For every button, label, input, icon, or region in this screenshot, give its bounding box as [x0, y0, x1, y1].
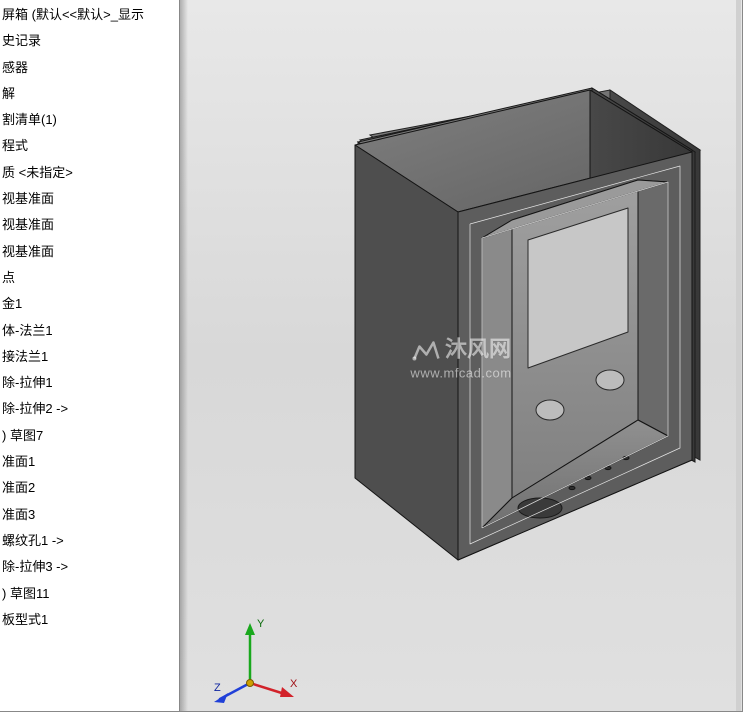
tree-item[interactable]: 史记录	[0, 28, 179, 54]
axis-y-label: Y	[257, 618, 265, 630]
tree-item[interactable]: 点	[0, 265, 179, 291]
axis-x-label: X	[290, 678, 298, 690]
3d-model[interactable]	[240, 60, 710, 620]
tree-item[interactable]: 视基准面	[0, 239, 179, 265]
tree-item[interactable]: 程式	[0, 133, 179, 159]
tree-item[interactable]: 准面1	[0, 449, 179, 475]
tree-item[interactable]: 解	[0, 81, 179, 107]
tree-item[interactable]: 体-法兰1	[0, 318, 179, 344]
tree-item[interactable]: 准面3	[0, 502, 179, 528]
tree-item[interactable]: 板型式1	[0, 607, 179, 633]
tree-item[interactable]: ) 草图11	[0, 581, 179, 607]
tree-item[interactable]: 视基准面	[0, 212, 179, 238]
tree-item[interactable]: 除-拉伸2 ->	[0, 396, 179, 422]
tree-item[interactable]: ) 草图7	[0, 423, 179, 449]
tree-item[interactable]: 割清单(1)	[0, 107, 179, 133]
tree-item[interactable]: 视基准面	[0, 186, 179, 212]
tree-item[interactable]: 除-拉伸3 ->	[0, 554, 179, 580]
viewport-content[interactable]: 沐风网 www.mfcad.com Y	[180, 0, 742, 711]
tree-item[interactable]: 金1	[0, 291, 179, 317]
tree-item[interactable]: 感器	[0, 55, 179, 81]
orientation-triad[interactable]: Y X Z	[210, 613, 300, 703]
tree-item[interactable]: 螺纹孔1 ->	[0, 528, 179, 554]
vertical-scrollbar[interactable]	[736, 0, 741, 711]
3d-viewport[interactable]: 沐风网 www.mfcad.com Y	[180, 0, 742, 711]
app-window: 屏箱 (默认<<默认>_显示 史记录 感器 解 割清单(1) 程式 质 <未指定…	[0, 0, 743, 712]
tree-item[interactable]: 接法兰1	[0, 344, 179, 370]
tree-item[interactable]: 屏箱 (默认<<默认>_显示	[0, 2, 179, 28]
axis-z-label: Z	[214, 682, 221, 694]
tree-item[interactable]: 质 <未指定>	[0, 160, 179, 186]
tree-item[interactable]: 除-拉伸1	[0, 370, 179, 396]
feature-tree-panel[interactable]: 屏箱 (默认<<默认>_显示 史记录 感器 解 割清单(1) 程式 质 <未指定…	[0, 0, 180, 711]
tree-item[interactable]: 准面2	[0, 475, 179, 501]
